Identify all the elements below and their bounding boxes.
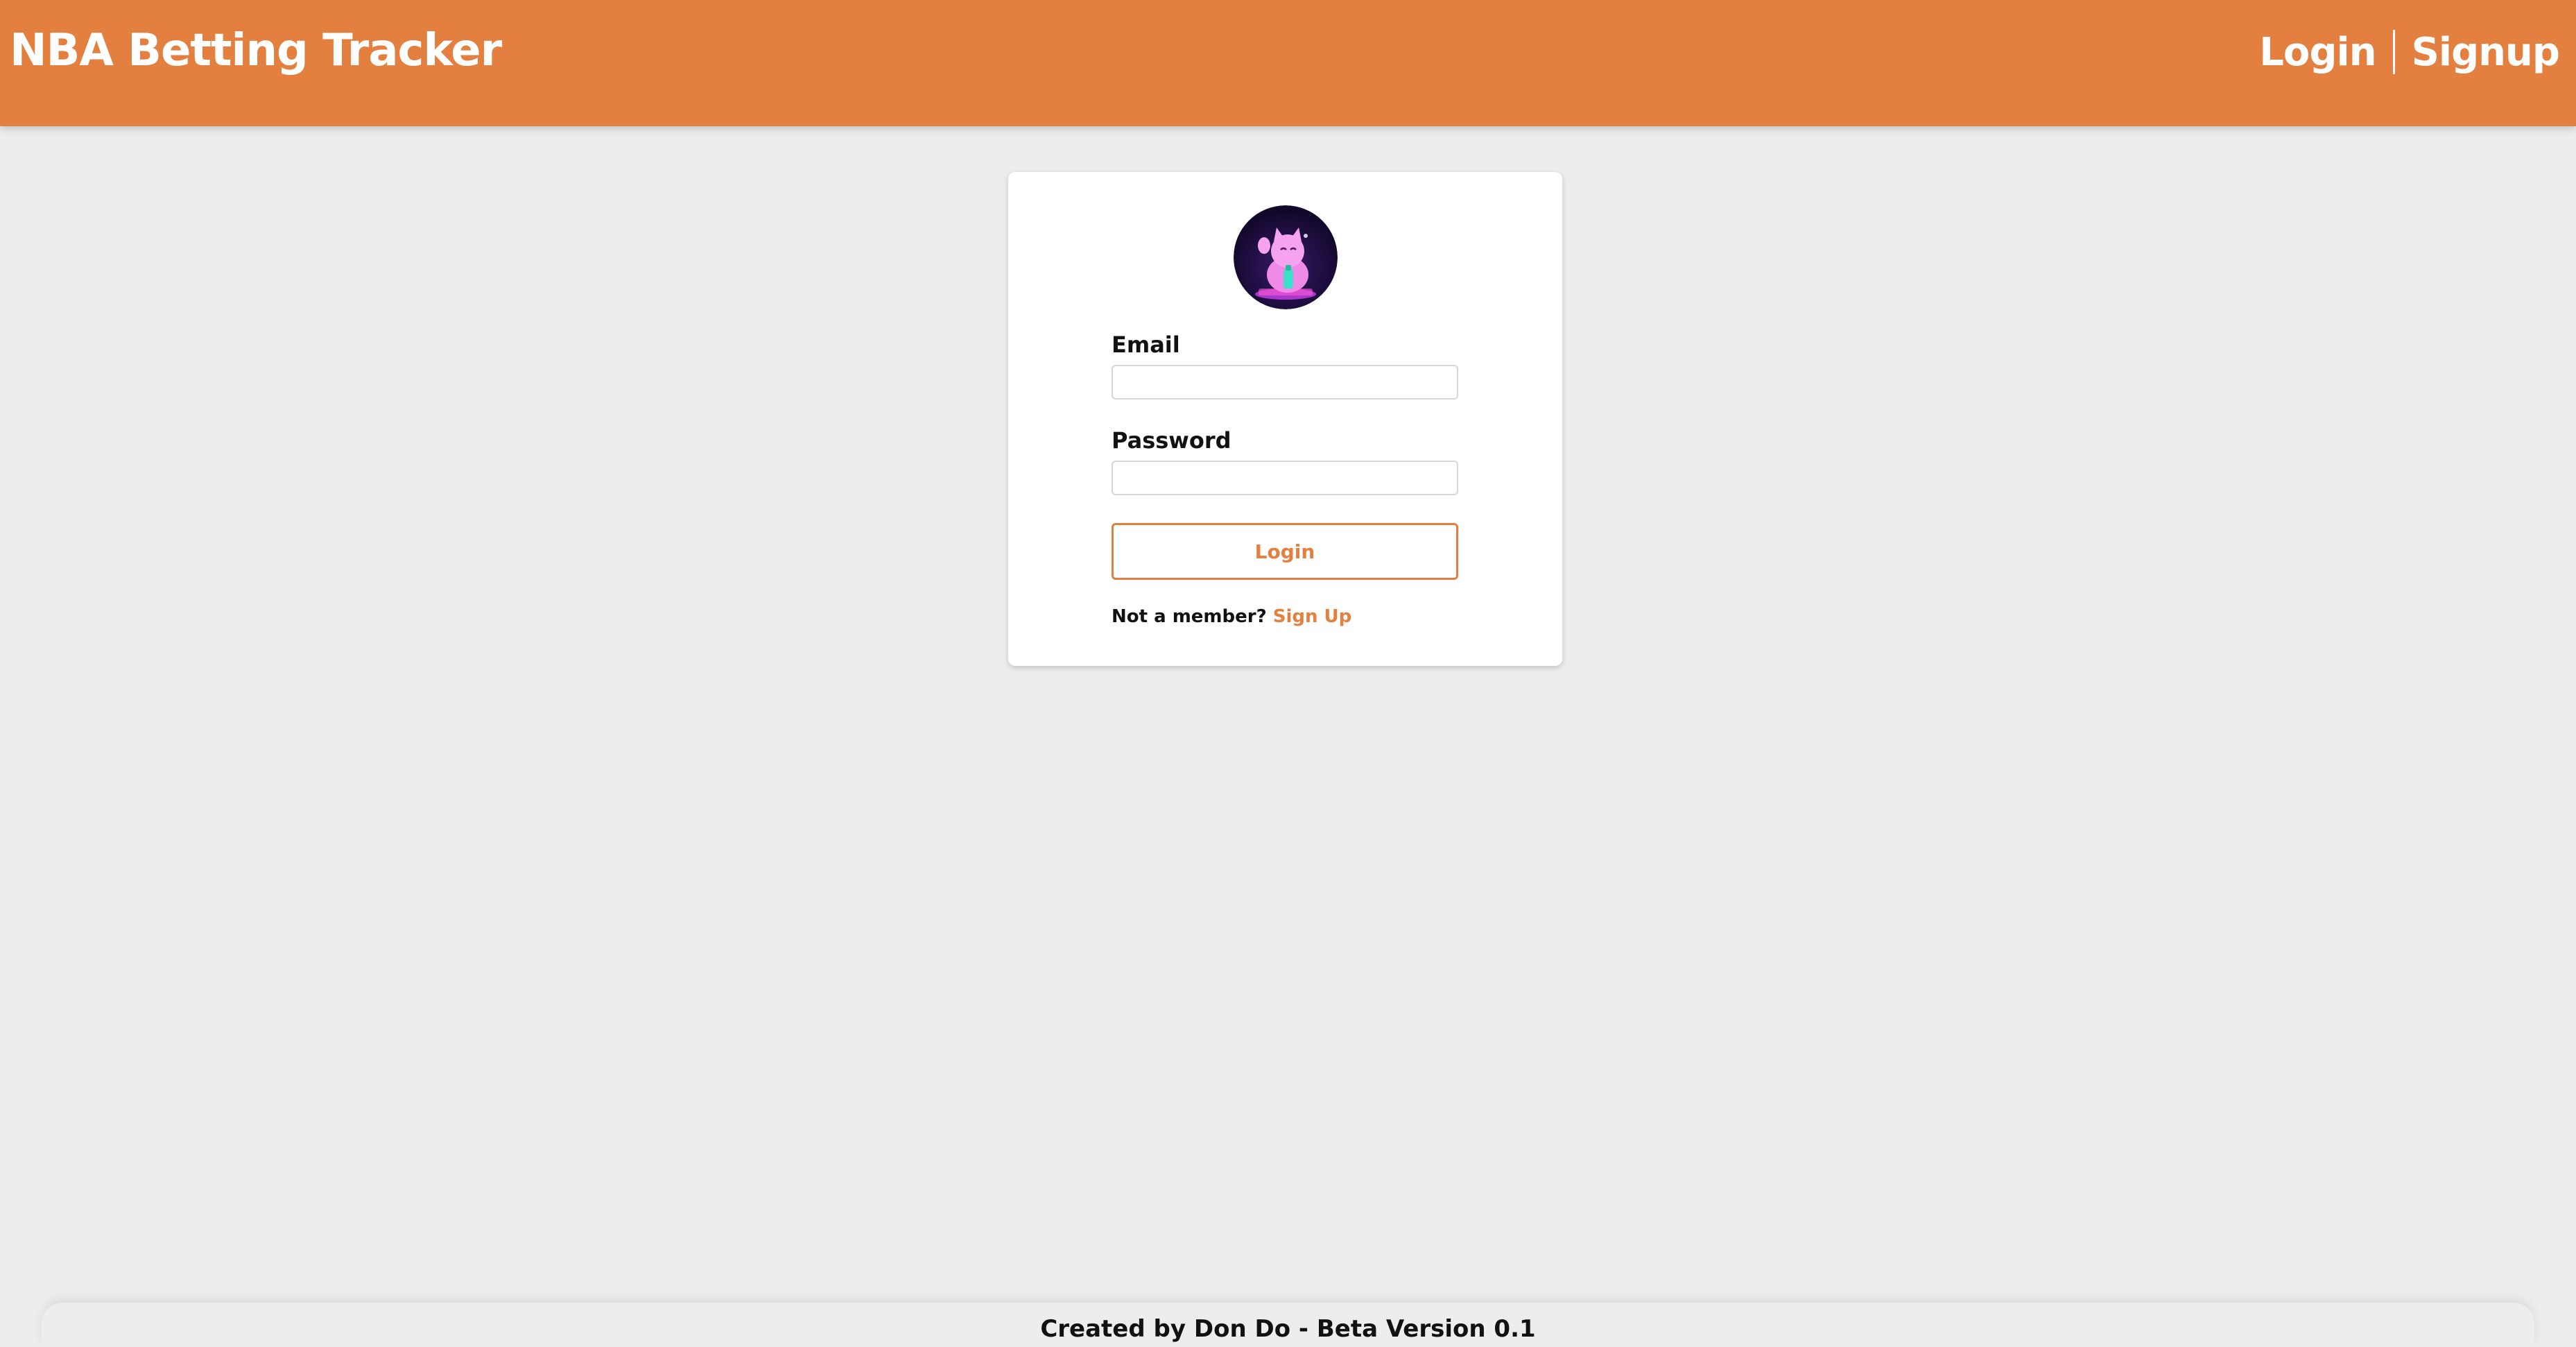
nav-signup-link[interactable]: Signup [2412,30,2560,75]
footer: Created by Don Do - Beta Version 0.1 [42,1303,2534,1347]
not-member-text: Not a member? [1112,606,1267,627]
login-form: Email Password Login Not a member? Sign … [1112,330,1458,627]
brand-title[interactable]: NBA Betting Tracker [10,25,502,76]
top-navbar: NBA Betting Tracker Login Signup [0,0,2576,126]
password-input[interactable] [1112,461,1458,495]
signup-link[interactable]: Sign Up [1273,606,1352,627]
email-label: Email [1112,332,1180,358]
nav-links: Login Signup [2259,28,2560,76]
login-card: Email Password Login Not a member? Sign … [1008,172,1562,666]
email-input[interactable] [1112,365,1458,400]
login-button[interactable]: Login [1112,523,1458,580]
lucky-cat-avatar-icon [1234,205,1338,309]
nav-divider [2392,30,2395,74]
nav-login-link[interactable]: Login [2259,30,2376,75]
password-label: Password [1112,427,1231,454]
email-field-group: Email [1112,330,1458,400]
footer-credit: Created by Don Do - Beta Version 0.1 [1040,1315,1536,1343]
password-field-group: Password [1112,426,1458,495]
signup-prompt: Not a member? Sign Up [1112,606,1458,627]
